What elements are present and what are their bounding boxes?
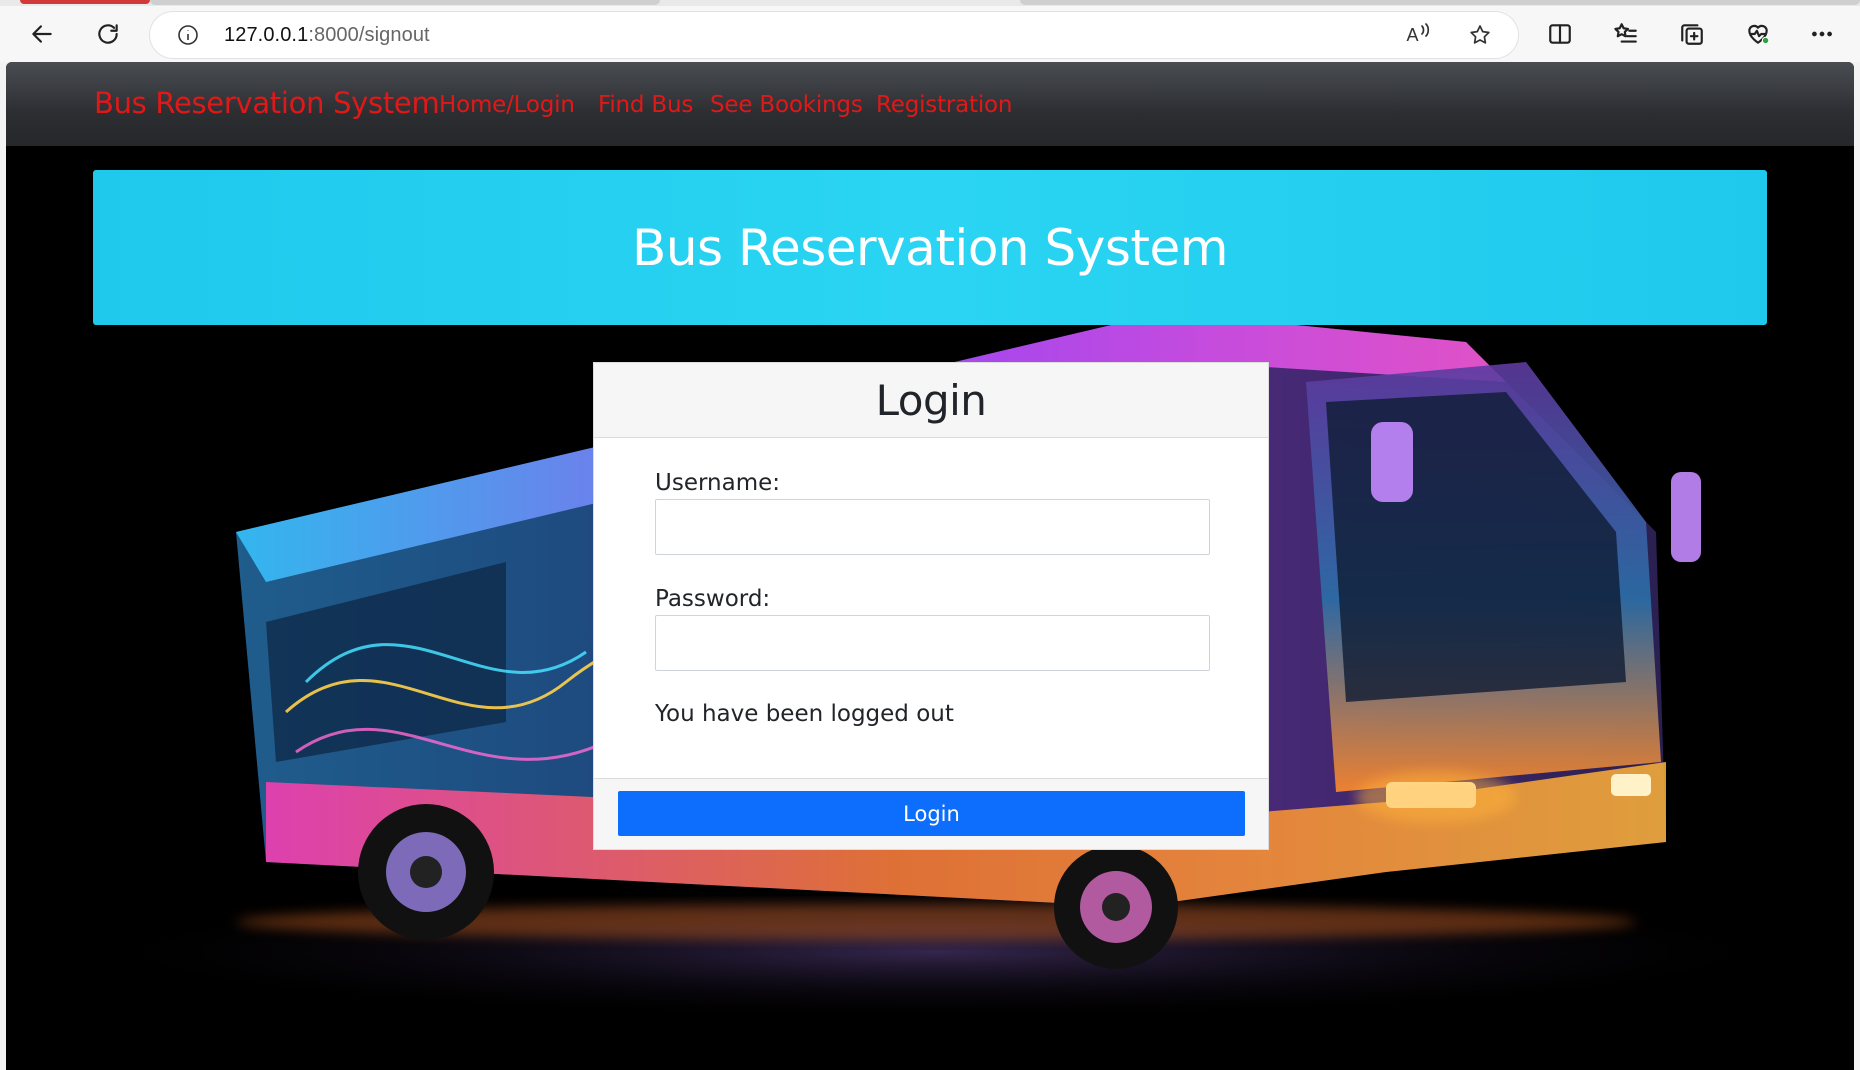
browser-tab[interactable]: [1020, 0, 1860, 5]
split-screen-icon: [1549, 24, 1571, 44]
login-title: Login: [875, 375, 987, 425]
url-text[interactable]: 127.0.0.1:8000/signout: [224, 24, 430, 47]
top-navbar: Bus Reservation System Home/Login Find B…: [6, 62, 1854, 146]
address-bar[interactable]: 127.0.0.1:8000/signout A: [150, 12, 1518, 58]
browser-tab[interactable]: [150, 0, 660, 5]
hero-title: Bus Reservation System: [632, 218, 1228, 277]
password-input[interactable]: [655, 615, 1210, 671]
favorites-list-icon: [1614, 23, 1637, 43]
url-host: 127.0.0.1: [224, 24, 309, 46]
refresh-button[interactable]: [88, 14, 128, 54]
nav-link-registration[interactable]: Registration: [876, 92, 1012, 118]
username-label: Username:: [655, 470, 780, 496]
more-dots-icon: [1812, 31, 1832, 37]
page-viewport: Bus Reservation System Home/Login Find B…: [6, 62, 1854, 1070]
browser-toolbar: 127.0.0.1:8000/signout A: [0, 6, 1860, 62]
logout-message: You have been logged out: [655, 701, 954, 727]
site-info-icon[interactable]: [176, 23, 200, 47]
nav-link-find-bus[interactable]: Find Bus: [598, 92, 693, 118]
nav-link-home-login[interactable]: Home/Login: [439, 92, 575, 118]
url-path: :8000/signout: [308, 24, 430, 46]
hero-banner: Bus Reservation System: [93, 170, 1767, 325]
login-button[interactable]: Login: [618, 791, 1245, 836]
refresh-icon: [98, 24, 118, 44]
password-label: Password:: [655, 586, 771, 612]
sound-waves-icon: [1420, 23, 1429, 37]
heart-pulse-icon: [1748, 24, 1770, 45]
split-screen-button[interactable]: [1540, 14, 1580, 54]
active-tab-indicator[interactable]: [20, 0, 150, 4]
login-card: Login Username: Password: You have been …: [593, 362, 1269, 850]
read-aloud-icon: A: [1406, 24, 1419, 45]
favorites-button[interactable]: [1606, 14, 1646, 54]
username-input[interactable]: [655, 499, 1210, 555]
favorite-star-button[interactable]: [1464, 20, 1496, 50]
back-arrow-icon: [32, 25, 52, 43]
more-options-button[interactable]: [1802, 14, 1842, 54]
login-card-footer: Login: [594, 778, 1268, 849]
navbar-brand[interactable]: Bus Reservation System: [94, 86, 440, 120]
read-aloud-button[interactable]: A: [1402, 20, 1434, 50]
star-icon: [1470, 25, 1490, 44]
login-card-header: Login: [594, 363, 1268, 438]
collections-button[interactable]: [1672, 14, 1712, 54]
browser-essentials-button[interactable]: [1738, 14, 1778, 54]
nav-link-see-bookings[interactable]: See Bookings: [710, 92, 863, 118]
collections-icon: [1681, 24, 1703, 45]
back-button[interactable]: [22, 14, 62, 54]
